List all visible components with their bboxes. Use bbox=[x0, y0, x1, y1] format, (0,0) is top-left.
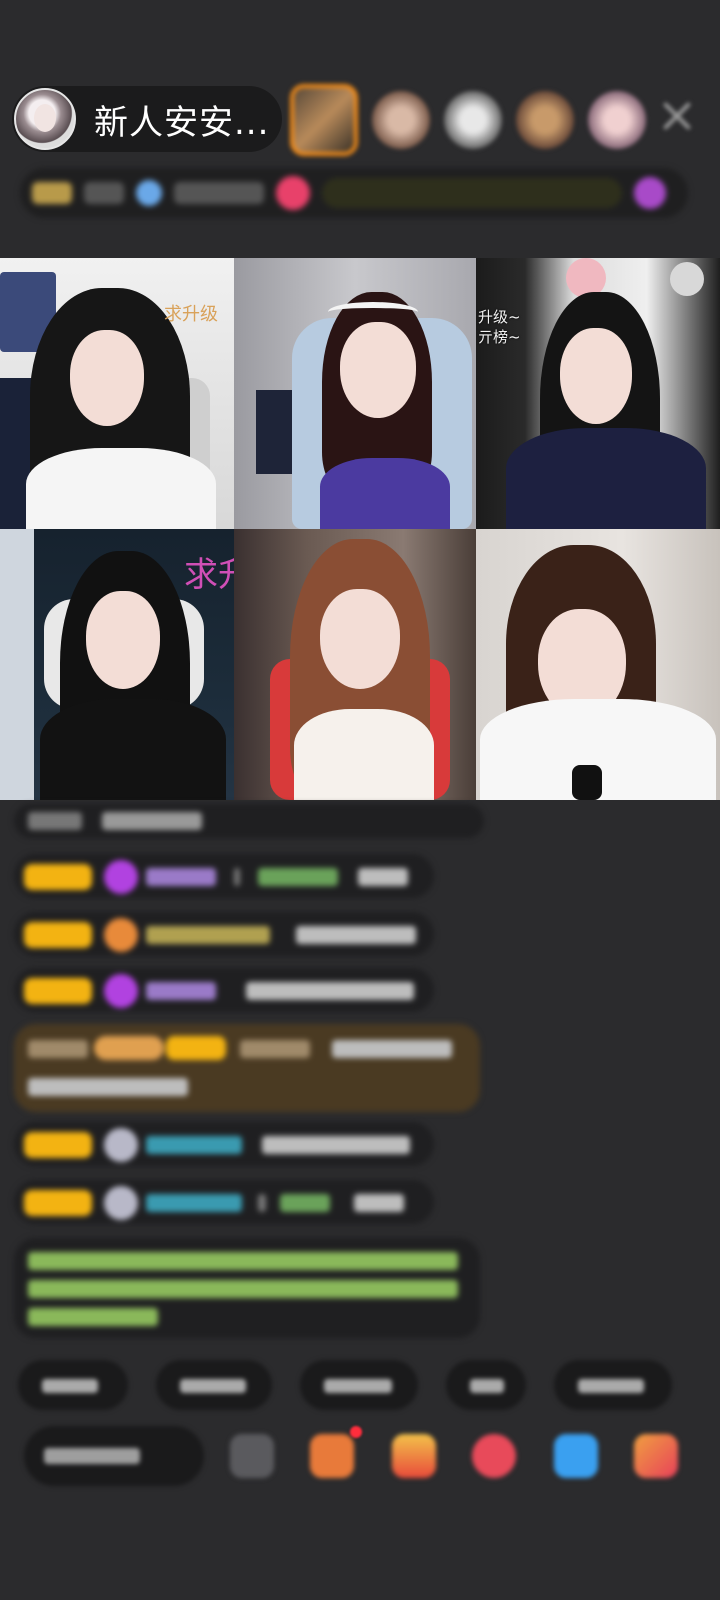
viewer-avatar[interactable] bbox=[444, 91, 502, 149]
chat-input[interactable] bbox=[24, 1426, 204, 1486]
host-video-tile[interactable]: 升级~ 亓榜~ bbox=[476, 258, 720, 529]
gem-icon bbox=[104, 860, 138, 894]
gift-icon[interactable] bbox=[634, 177, 666, 209]
quick-reply-button[interactable] bbox=[446, 1360, 526, 1410]
gem-icon bbox=[104, 974, 138, 1008]
red-packet-icon[interactable] bbox=[472, 1434, 516, 1478]
chat-message bbox=[14, 912, 434, 956]
info-text bbox=[174, 182, 264, 204]
host-name: 新人安安... bbox=[94, 102, 270, 143]
treasure-icon[interactable] bbox=[392, 1434, 436, 1478]
host-avatar[interactable] bbox=[14, 88, 76, 150]
quick-reply-button[interactable] bbox=[156, 1360, 272, 1410]
viewer-avatar[interactable] bbox=[588, 91, 646, 149]
quick-reply-row bbox=[18, 1360, 700, 1410]
chat-message bbox=[14, 968, 434, 1012]
avatar-icon bbox=[104, 1128, 138, 1162]
notification-dot bbox=[350, 1426, 362, 1438]
tile-overlay-text: 求升级 bbox=[164, 304, 218, 325]
more-icon[interactable] bbox=[634, 1434, 678, 1478]
quick-reply-button[interactable] bbox=[300, 1360, 418, 1410]
info-icon bbox=[136, 180, 162, 206]
system-notice bbox=[14, 1238, 480, 1338]
host-info-pill[interactable]: 新人安安... bbox=[12, 86, 282, 152]
chat-message bbox=[14, 1122, 434, 1166]
gift-box-icon[interactable] bbox=[310, 1434, 354, 1478]
follow-icon[interactable] bbox=[276, 176, 310, 210]
chat-message-highlight bbox=[14, 1024, 480, 1112]
quick-reply-button[interactable] bbox=[18, 1360, 128, 1410]
badge-icon bbox=[104, 918, 138, 952]
notice-ticker[interactable] bbox=[322, 178, 622, 208]
game-icon[interactable] bbox=[554, 1434, 598, 1478]
chat-message bbox=[14, 804, 484, 838]
host-video-tile[interactable]: 求升 bbox=[0, 529, 234, 800]
close-icon[interactable] bbox=[660, 100, 692, 132]
chat-message bbox=[14, 1180, 434, 1224]
bottom-toolbar bbox=[24, 1426, 720, 1486]
viewer-avatar[interactable] bbox=[290, 84, 358, 156]
viewer-avatar[interactable] bbox=[516, 91, 574, 149]
quick-reply-button[interactable] bbox=[554, 1360, 672, 1410]
info-text bbox=[84, 182, 124, 204]
chat-message bbox=[14, 854, 434, 898]
host-video-tile[interactable] bbox=[234, 258, 476, 529]
multi-host-grid: 求升级 升级~ 亓榜~ 求升 bbox=[0, 258, 720, 800]
tile-overlay-text: 求升 bbox=[184, 555, 234, 595]
level-badge bbox=[32, 182, 72, 204]
emoji-icon[interactable] bbox=[230, 1434, 274, 1478]
room-info-bar[interactable] bbox=[20, 168, 688, 218]
tile-overlay-text: 亓榜~ bbox=[478, 328, 521, 346]
top-viewers bbox=[290, 84, 660, 156]
tile-overlay-text: 升级~ bbox=[478, 308, 521, 326]
viewer-avatar[interactable] bbox=[372, 91, 430, 149]
avatar-icon bbox=[104, 1186, 138, 1220]
host-video-tile[interactable] bbox=[476, 529, 720, 800]
host-video-tile[interactable] bbox=[234, 529, 476, 800]
host-video-tile[interactable]: 求升级 bbox=[0, 258, 234, 529]
